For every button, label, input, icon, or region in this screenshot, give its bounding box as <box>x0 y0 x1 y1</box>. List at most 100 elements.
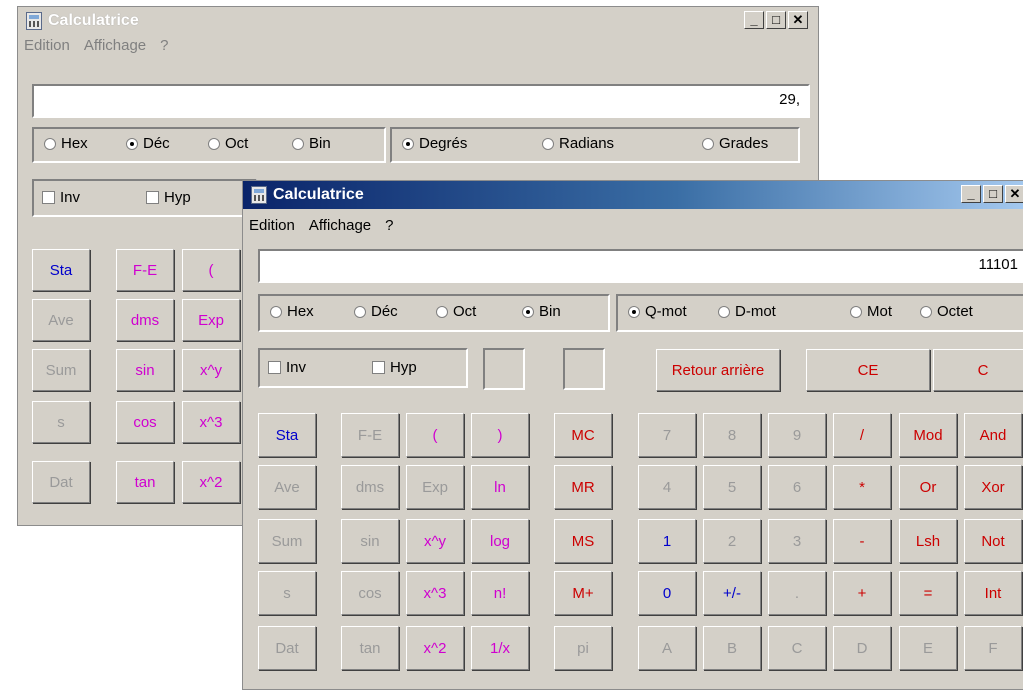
radio-grades[interactable]: Grades <box>702 135 768 152</box>
mplus-button[interactable]: M+ <box>554 571 612 615</box>
ave-button[interactable]: Ave <box>258 465 316 509</box>
back-ave-button[interactable]: Ave <box>32 299 90 341</box>
radio-qmot[interactable]: Q-mot <box>628 303 687 320</box>
radio-octet[interactable]: Octet <box>920 303 973 320</box>
digit-0-button[interactable]: 0 <box>638 571 696 615</box>
radio-oct[interactable]: Oct <box>208 135 248 152</box>
ms-button[interactable]: MS <box>554 519 612 563</box>
tan-button[interactable]: tan <box>341 626 399 670</box>
radio-dmot[interactable]: D-mot <box>718 303 776 320</box>
plus-button[interactable]: + <box>833 571 891 615</box>
digit-5-button[interactable]: 5 <box>703 465 761 509</box>
sum-button[interactable]: Sum <box>258 519 316 563</box>
digit-7-button[interactable]: 7 <box>638 413 696 457</box>
radio-bin-indicator[interactable] <box>522 305 534 318</box>
minimize-button[interactable]: _ <box>744 11 764 29</box>
int-button[interactable]: Int <box>964 571 1022 615</box>
radio-octet-indicator[interactable] <box>920 305 932 318</box>
xor-button[interactable]: Xor <box>964 465 1022 509</box>
back-cos-button[interactable]: cos <box>116 401 174 443</box>
radio-hex[interactable]: Hex <box>270 303 314 320</box>
decimal-button[interactable]: . <box>768 571 826 615</box>
exp-button[interactable]: Exp <box>406 465 464 509</box>
radio-radians-indicator[interactable] <box>542 137 554 150</box>
radio-oct[interactable]: Oct <box>436 303 476 320</box>
radio-hex[interactable]: Hex <box>44 135 88 152</box>
menu-help[interactable]: ? <box>385 217 393 239</box>
mr-button[interactable]: MR <box>554 465 612 509</box>
equals-button[interactable]: = <box>899 571 957 615</box>
xcube-button[interactable]: x^3 <box>406 571 464 615</box>
maximize-button[interactable]: □ <box>766 11 786 29</box>
hex-d-button[interactable]: D <box>833 626 891 670</box>
radio-dec[interactable]: Déc <box>354 303 398 320</box>
factorial-button[interactable]: n! <box>471 571 529 615</box>
back-dms-button[interactable]: dms <box>116 299 174 341</box>
digit-9-button[interactable]: 9 <box>768 413 826 457</box>
back-open-paren-button[interactable]: ( <box>182 249 240 291</box>
back-sin-button[interactable]: sin <box>116 349 174 391</box>
and-button[interactable]: And <box>964 413 1022 457</box>
front-title-bar[interactable]: Calculatrice _ □ ✕ <box>243 181 1023 209</box>
mod-button[interactable]: Mod <box>899 413 957 457</box>
radio-qmot-indicator[interactable] <box>628 305 640 318</box>
sta-button[interactable]: Sta <box>258 413 316 457</box>
checkbox-hyp[interactable]: Hyp <box>146 189 191 206</box>
checkbox-inv-box[interactable] <box>42 191 55 204</box>
radio-bin[interactable]: Bin <box>292 135 331 152</box>
sign-button[interactable]: +/- <box>703 571 761 615</box>
checkbox-hyp-box[interactable] <box>146 191 159 204</box>
digit-2-button[interactable]: 2 <box>703 519 761 563</box>
multiply-button[interactable]: * <box>833 465 891 509</box>
not-button[interactable]: Not <box>964 519 1022 563</box>
or-button[interactable]: Or <box>899 465 957 509</box>
digit-3-button[interactable]: 3 <box>768 519 826 563</box>
radio-degres-indicator[interactable] <box>402 137 414 150</box>
hex-a-button[interactable]: A <box>638 626 696 670</box>
checkbox-inv[interactable]: Inv <box>42 189 80 206</box>
digit-8-button[interactable]: 8 <box>703 413 761 457</box>
radio-hex-indicator[interactable] <box>44 137 56 150</box>
fe-button[interactable]: F-E <box>341 413 399 457</box>
hex-b-button[interactable]: B <box>703 626 761 670</box>
checkbox-inv[interactable]: Inv <box>268 359 306 376</box>
mc-button[interactable]: MC <box>554 413 612 457</box>
radio-dmot-indicator[interactable] <box>718 305 730 318</box>
close-button[interactable]: ✕ <box>788 11 808 29</box>
close-button[interactable]: ✕ <box>1005 185 1023 203</box>
minimize-button[interactable]: _ <box>961 185 981 203</box>
radio-bin-indicator[interactable] <box>292 137 304 150</box>
radio-dec-indicator[interactable] <box>354 305 366 318</box>
s-button[interactable]: s <box>258 571 316 615</box>
back-exp-button[interactable]: Exp <box>182 299 240 341</box>
radio-radians[interactable]: Radians <box>542 135 614 152</box>
xsquare-button[interactable]: x^2 <box>406 626 464 670</box>
checkbox-hyp[interactable]: Hyp <box>372 359 417 376</box>
divide-button[interactable]: / <box>833 413 891 457</box>
ln-button[interactable]: ln <box>471 465 529 509</box>
back-dat-button[interactable]: Dat <box>32 461 90 503</box>
back-tan-button[interactable]: tan <box>116 461 174 503</box>
reciprocal-button[interactable]: 1/x <box>471 626 529 670</box>
hex-f-button[interactable]: F <box>964 626 1022 670</box>
menu-help[interactable]: ? <box>160 37 168 59</box>
hex-e-button[interactable]: E <box>899 626 957 670</box>
digit-4-button[interactable]: 4 <box>638 465 696 509</box>
back-title-bar[interactable]: Calculatrice _ □ ✕ <box>18 7 818 35</box>
radio-dec[interactable]: Déc <box>126 135 170 152</box>
menu-edition[interactable]: Edition <box>249 217 295 239</box>
dat-button[interactable]: Dat <box>258 626 316 670</box>
dms-button[interactable]: dms <box>341 465 399 509</box>
radio-oct-indicator[interactable] <box>436 305 448 318</box>
radio-oct-indicator[interactable] <box>208 137 220 150</box>
back-s-button[interactable]: s <box>32 401 90 443</box>
digit-1-button[interactable]: 1 <box>638 519 696 563</box>
menu-edition[interactable]: Edition <box>24 37 70 59</box>
open-paren-button[interactable]: ( <box>406 413 464 457</box>
radio-grades-indicator[interactable] <box>702 137 714 150</box>
backspace-button[interactable]: Retour arrière <box>656 349 780 391</box>
sin-button[interactable]: sin <box>341 519 399 563</box>
back-xsquare-button[interactable]: x^2 <box>182 461 240 503</box>
radio-hex-indicator[interactable] <box>270 305 282 318</box>
back-xcube-button[interactable]: x^3 <box>182 401 240 443</box>
